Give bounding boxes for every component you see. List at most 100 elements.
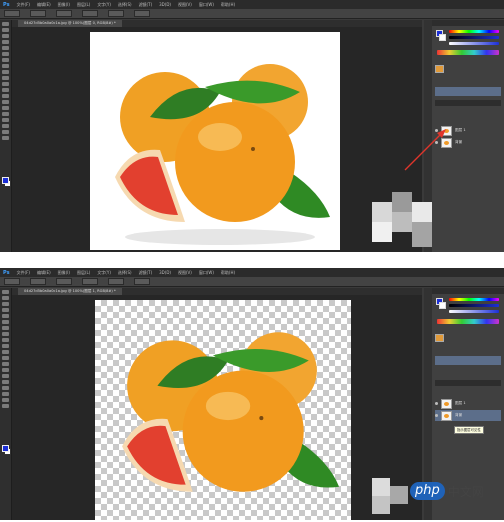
healing-tool-icon[interactable] <box>2 58 9 62</box>
marquee-tool-icon[interactable] <box>2 296 9 300</box>
move-tool-icon[interactable] <box>2 290 9 294</box>
hand-tool-icon[interactable] <box>2 130 9 134</box>
layer-row-selected[interactable]: 背景 <box>435 410 501 421</box>
dodge-tool-icon[interactable] <box>2 100 9 104</box>
quick-select-tool-icon[interactable] <box>2 40 9 44</box>
dodge-tool-icon[interactable] <box>2 368 9 372</box>
option-control[interactable] <box>108 278 124 285</box>
history-brush-tool-icon[interactable] <box>2 344 9 348</box>
shape-tool-icon[interactable] <box>2 392 9 396</box>
layers-filter-row[interactable] <box>435 388 501 395</box>
menu-item-type[interactable]: 文字(Y) <box>97 270 111 276</box>
menu-item-help[interactable]: 帮助(H) <box>221 2 235 8</box>
history-snapshot[interactable] <box>435 64 501 73</box>
option-control[interactable] <box>56 10 72 17</box>
tool-preset-picker[interactable] <box>4 10 20 17</box>
stamp-tool-icon[interactable] <box>2 338 9 342</box>
document-tab[interactable]: 04d27d5b0a0a0c1a.jpg @ 100%(图层 1, RGB/8#… <box>18 288 122 295</box>
menu-item-image[interactable]: 图像(I) <box>58 2 70 8</box>
option-control[interactable] <box>82 278 98 285</box>
foreground-color-swatch[interactable] <box>2 177 9 184</box>
menu-item-edit[interactable]: 编辑(E) <box>37 2 51 8</box>
lasso-tool-icon[interactable] <box>2 302 9 306</box>
color-slider[interactable] <box>449 30 499 33</box>
history-snapshot[interactable] <box>435 333 501 342</box>
brush-tool-icon[interactable] <box>2 332 9 336</box>
layers-filter-row[interactable] <box>435 108 501 115</box>
menu-item-3d[interactable]: 3D(D) <box>159 270 171 275</box>
eraser-tool-icon[interactable] <box>2 350 9 354</box>
crop-tool-icon[interactable] <box>2 314 9 318</box>
stamp-tool-icon[interactable] <box>2 70 9 74</box>
crop-tool-icon[interactable] <box>2 46 9 50</box>
menu-item-view[interactable]: 视图(V) <box>178 270 192 276</box>
color-slider[interactable] <box>449 42 499 45</box>
history-brush-tool-icon[interactable] <box>2 76 9 80</box>
menu-item-layer[interactable]: 图层(L) <box>77 2 90 8</box>
blur-tool-icon[interactable] <box>2 94 9 98</box>
menu-item-window[interactable]: 窗口(W) <box>199 270 214 276</box>
menu-item-file[interactable]: 文件(F) <box>17 2 30 8</box>
menu-item-3d[interactable]: 3D(D) <box>159 2 171 7</box>
menu-item-select[interactable]: 选择(S) <box>118 270 132 276</box>
menu-item-select[interactable]: 选择(S) <box>118 2 132 8</box>
option-control[interactable] <box>30 10 46 17</box>
color-spectrum-bar[interactable] <box>437 50 499 55</box>
move-tool-icon[interactable] <box>2 22 9 26</box>
menu-item-help[interactable]: 帮助(H) <box>221 270 235 276</box>
path-select-tool-icon[interactable] <box>2 118 9 122</box>
history-state[interactable] <box>435 87 501 96</box>
eye-icon[interactable] <box>435 414 438 417</box>
color-panel-bg-swatch[interactable] <box>439 302 446 309</box>
color-slider[interactable] <box>449 310 499 313</box>
color-panel-bg-swatch[interactable] <box>439 34 446 41</box>
menu-item-view[interactable]: 视图(V) <box>178 2 192 8</box>
menu-item-filter[interactable]: 滤镜(T) <box>139 270 153 276</box>
option-control[interactable] <box>134 10 150 17</box>
eyedropper-tool-icon[interactable] <box>2 52 9 56</box>
shape-tool-icon[interactable] <box>2 124 9 128</box>
gradient-tool-icon[interactable] <box>2 88 9 92</box>
option-control[interactable] <box>82 10 98 17</box>
blur-tool-icon[interactable] <box>2 362 9 366</box>
menu-item-type[interactable]: 文字(Y) <box>97 2 111 8</box>
brush-tool-icon[interactable] <box>2 64 9 68</box>
color-slider[interactable] <box>449 36 499 39</box>
gradient-tool-icon[interactable] <box>2 356 9 360</box>
tool-preset-picker[interactable] <box>4 278 20 285</box>
option-control[interactable] <box>56 278 72 285</box>
color-slider[interactable] <box>449 304 499 307</box>
pen-tool-icon[interactable] <box>2 374 9 378</box>
color-spectrum-bar[interactable] <box>437 319 499 324</box>
menu-item-image[interactable]: 图像(I) <box>58 270 70 276</box>
option-control[interactable] <box>30 278 46 285</box>
hand-tool-icon[interactable] <box>2 398 9 402</box>
quick-select-tool-icon[interactable] <box>2 308 9 312</box>
type-tool-icon[interactable] <box>2 112 9 116</box>
type-tool-icon[interactable] <box>2 380 9 384</box>
layers-panel-header <box>435 100 501 106</box>
foreground-color-swatch[interactable] <box>2 445 9 452</box>
zoom-tool-icon[interactable] <box>2 404 9 408</box>
eyedropper-tool-icon[interactable] <box>2 320 9 324</box>
menu-bar: Ps 文件(F) 编辑(E) 图像(I) 图层(L) 文字(Y) 选择(S) 滤… <box>0 268 504 277</box>
pen-tool-icon[interactable] <box>2 106 9 110</box>
history-state[interactable] <box>435 356 501 365</box>
healing-tool-icon[interactable] <box>2 326 9 330</box>
marquee-tool-icon[interactable] <box>2 28 9 32</box>
option-control[interactable] <box>134 278 150 285</box>
eye-icon[interactable] <box>435 402 438 405</box>
menu-item-edit[interactable]: 编辑(E) <box>37 270 51 276</box>
zoom-tool-icon[interactable] <box>2 136 9 140</box>
document-tab[interactable]: 04d27d5b0a0a0c1a.jpg @ 100%(图层 0, RGB/8#… <box>18 20 122 27</box>
path-select-tool-icon[interactable] <box>2 386 9 390</box>
layer-row[interactable]: 图层 1 <box>435 398 501 409</box>
option-control[interactable] <box>108 10 124 17</box>
color-slider[interactable] <box>449 298 499 301</box>
menu-item-window[interactable]: 窗口(W) <box>199 2 214 8</box>
lasso-tool-icon[interactable] <box>2 34 9 38</box>
menu-item-filter[interactable]: 滤镜(T) <box>139 2 153 8</box>
menu-item-layer[interactable]: 图层(L) <box>77 270 90 276</box>
menu-item-file[interactable]: 文件(F) <box>17 270 30 276</box>
eraser-tool-icon[interactable] <box>2 82 9 86</box>
